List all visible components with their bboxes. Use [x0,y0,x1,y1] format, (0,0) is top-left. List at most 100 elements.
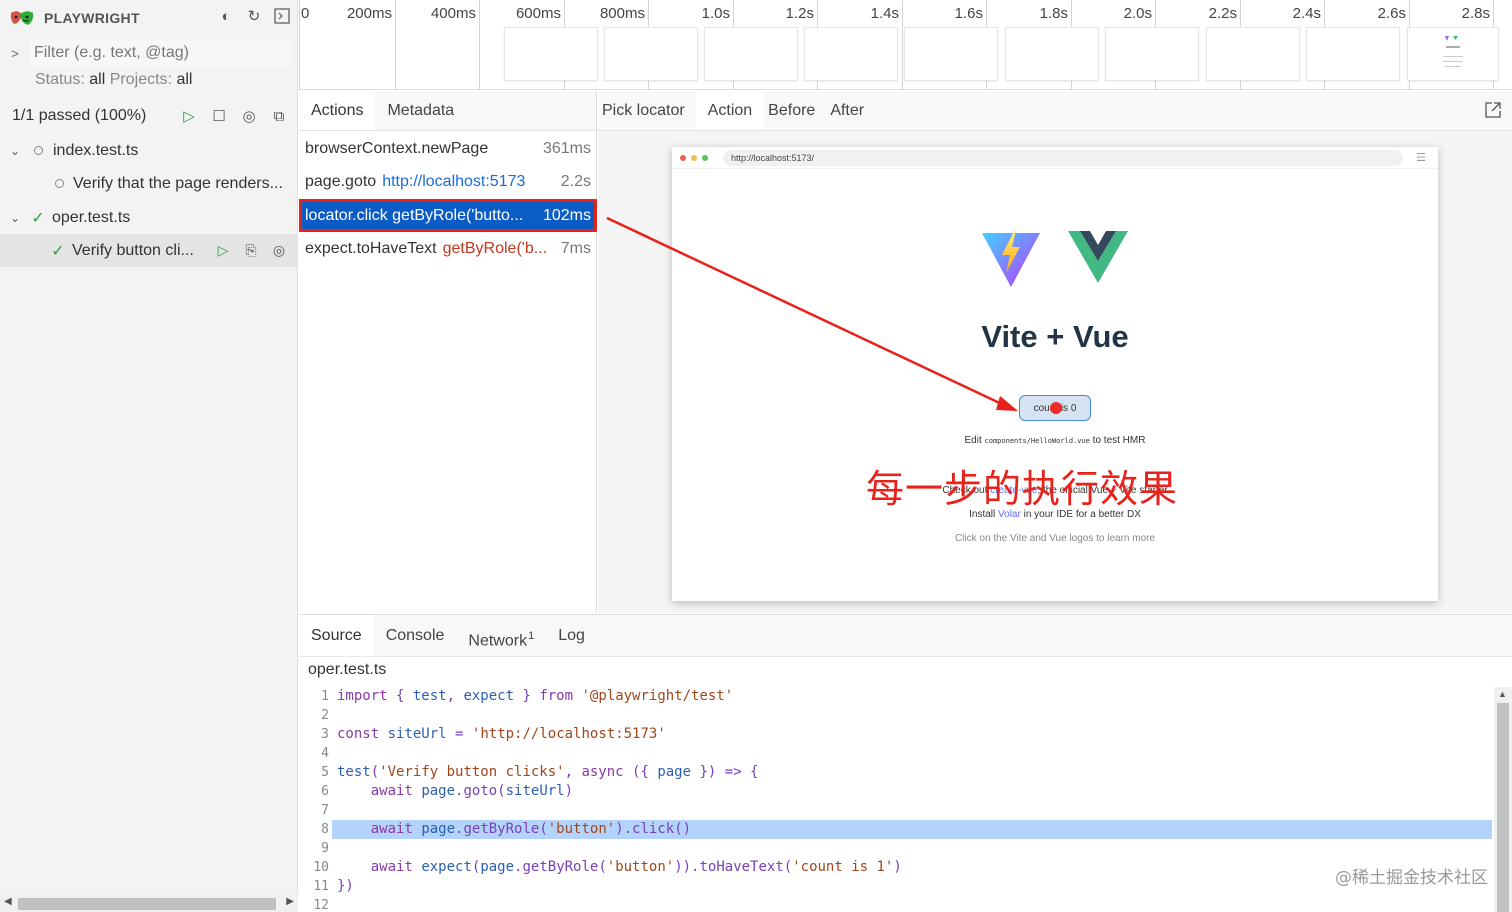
chevron-down-icon[interactable]: ⌄ [8,211,22,225]
click-target-marker [1050,402,1062,414]
code-line: 12 [313,898,329,912]
tab-metadata[interactable]: Metadata [375,91,466,130]
watermark: @稀土掘金技术社区 [1335,868,1488,888]
action-method: expect.toHaveText [305,239,437,257]
code-line: 2 [321,708,329,723]
annotation-text: 每一步的执行效果 [866,467,1179,511]
action-row[interactable]: expect.toHaveText getByRole('b... 7ms [299,232,597,265]
test-sidebar: PLAYWRIGHT ◐ ↻ > Status: all Projects: a… [0,0,298,912]
code-line: 5 test('Verify button clicks', async ({ p… [321,764,759,780]
tree-item-verify-button[interactable]: ✓ Verify button cli... ▷ ⎘ ◎ [0,234,298,267]
filmstrip-frame[interactable] [1206,27,1300,81]
filmstrip-frame[interactable] [1306,27,1400,81]
filmstrip-frame[interactable] [504,27,598,81]
action-duration: 2.2s [560,172,591,190]
status-filter: Status: all Projects: all [35,71,192,89]
watch-icon[interactable]: ◎ [240,107,258,125]
timeline[interactable]: 0 200ms 400ms 600ms 800ms 1.0s 1.2s 1.4s… [299,0,1512,90]
passed-summary: 1/1 passed (100%) [12,107,147,124]
source-scrollbar[interactable]: ▲ [1494,687,1512,912]
pick-locator-button[interactable]: Pick locator [598,91,696,130]
hamburger-menu-icon: ☰ [1416,152,1426,164]
status-pending-icon [34,146,43,155]
source-code: 1 import { test, expect } from '@playwrig… [299,687,1494,912]
summary-row: 1/1 passed (100%) ▷ ☐ ◎ ⧉ [0,100,298,132]
filmstrip-frame[interactable] [704,27,798,81]
status-pending-icon [55,179,64,188]
brand: PLAYWRIGHT [8,6,140,30]
action-method: locator.click getByRole('butto... [305,206,524,224]
window-minimize-dot-icon [691,154,697,161]
tree-item-label: Verify that the page renders... [73,174,283,192]
tab-console[interactable]: Console [374,615,457,656]
tree-item-label: oper.test.ts [52,208,131,226]
tab-network[interactable]: Network1 [456,615,546,656]
collapse-all-icon[interactable]: ⧉ [270,107,288,125]
status-value[interactable]: all [89,71,105,88]
code-line: 3 const siteUrl = 'http://localhost:5173' [321,726,666,742]
tab-before[interactable]: Before [764,91,826,130]
scroll-left-icon[interactable]: ◀ [4,896,12,907]
reload-icon[interactable]: ↻ [245,7,263,25]
scroll-right-icon[interactable]: ▶ [286,896,294,907]
code-line: 11}) [313,878,354,894]
action-duration: 7ms [560,239,591,257]
tab-actions[interactable]: Actions [299,91,376,130]
scrollbar-thumb[interactable] [18,898,276,910]
sidebar-scrollbar[interactable]: ◀ ▶ [0,894,298,912]
filmstrip-frame[interactable] [904,27,998,81]
filmstrip-frame[interactable] [1005,27,1099,81]
vite-logo-icon[interactable] [980,229,1042,289]
tab-action[interactable]: Action [695,91,765,130]
scroll-up-icon[interactable]: ▲ [1498,689,1507,699]
timeline-tick: 0 [299,0,309,90]
edit-hint: Edit components/HelloWorld.vue to test H… [964,435,1146,446]
timeline-tick: 1.4s [871,0,903,90]
code-line: 6 await page.goto(siteUrl) [321,783,574,799]
filmstrip-frame[interactable] [604,27,698,81]
projects-value[interactable]: all [176,71,192,88]
filmstrip-frame-final[interactable] [1407,27,1499,81]
code-line: 1 import { test, expect } from '@playwrig… [321,688,734,704]
tree-item-index-test[interactable]: ⌄ index.test.ts [0,134,298,167]
tree-item-oper-test[interactable]: ⌄ ✓ oper.test.ts [0,201,298,234]
code-line: 7 [321,803,329,818]
network-count-badge: 1 [528,630,535,642]
page-heading: Vite + Vue [981,319,1129,354]
code-line: 9 [321,841,329,856]
action-row[interactable]: page.goto http://localhost:5173 2.2s [299,165,597,198]
status-label: Status: [35,71,85,88]
open-source-icon[interactable]: ⎘ [242,242,260,260]
learn-more-hint: Click on the Vite and Vue logos to learn… [954,533,1156,544]
code-line-highlighted: 8 await page.getByRole('button').click() [321,820,1492,839]
watch-test-icon[interactable]: ◎ [270,242,288,260]
run-all-icon[interactable]: ▷ [180,107,198,125]
tab-source[interactable]: Source [299,615,374,656]
action-url-link[interactable]: http://localhost:5173 [382,173,525,191]
timeline-tick: 200ms [347,0,396,90]
chevron-right-icon[interactable]: > [0,46,30,61]
filmstrip-frame[interactable] [804,27,898,81]
terminal-icon[interactable] [273,7,291,25]
run-test-icon[interactable]: ▷ [214,242,232,260]
chevron-down-icon[interactable]: ⌄ [8,144,22,158]
filter-input[interactable] [30,39,292,67]
theme-toggle-icon[interactable]: ◐ [217,7,235,25]
tab-log[interactable]: Log [546,615,597,656]
timeline-tick: 400ms [431,0,480,90]
filter-row: > [0,38,298,68]
tab-after[interactable]: After [826,91,875,130]
brand-name: PLAYWRIGHT [44,10,140,26]
filmstrip-frame[interactable] [1105,27,1199,81]
open-in-new-window-icon[interactable] [1484,101,1502,124]
action-row-selected[interactable]: locator.click getByRole('butto... 102ms [299,199,597,232]
action-row[interactable]: browserContext.newPage 361ms [299,132,597,165]
stop-icon[interactable]: ☐ [210,107,228,125]
tree-item-render-test[interactable]: Verify that the page renders... [0,167,298,200]
scrollbar-thumb[interactable] [1497,703,1509,912]
snapshot-panel: Pick locator Action Before After http://… [598,91,1512,613]
snapshot-browser-frame: http://localhost:5173/ ☰ Vite + Vue coun… [672,147,1438,601]
vue-logo-icon[interactable] [1068,231,1128,285]
actions-panel: Actions Metadata browserContext.newPage … [299,91,597,613]
check-icon: ✓ [51,242,65,260]
